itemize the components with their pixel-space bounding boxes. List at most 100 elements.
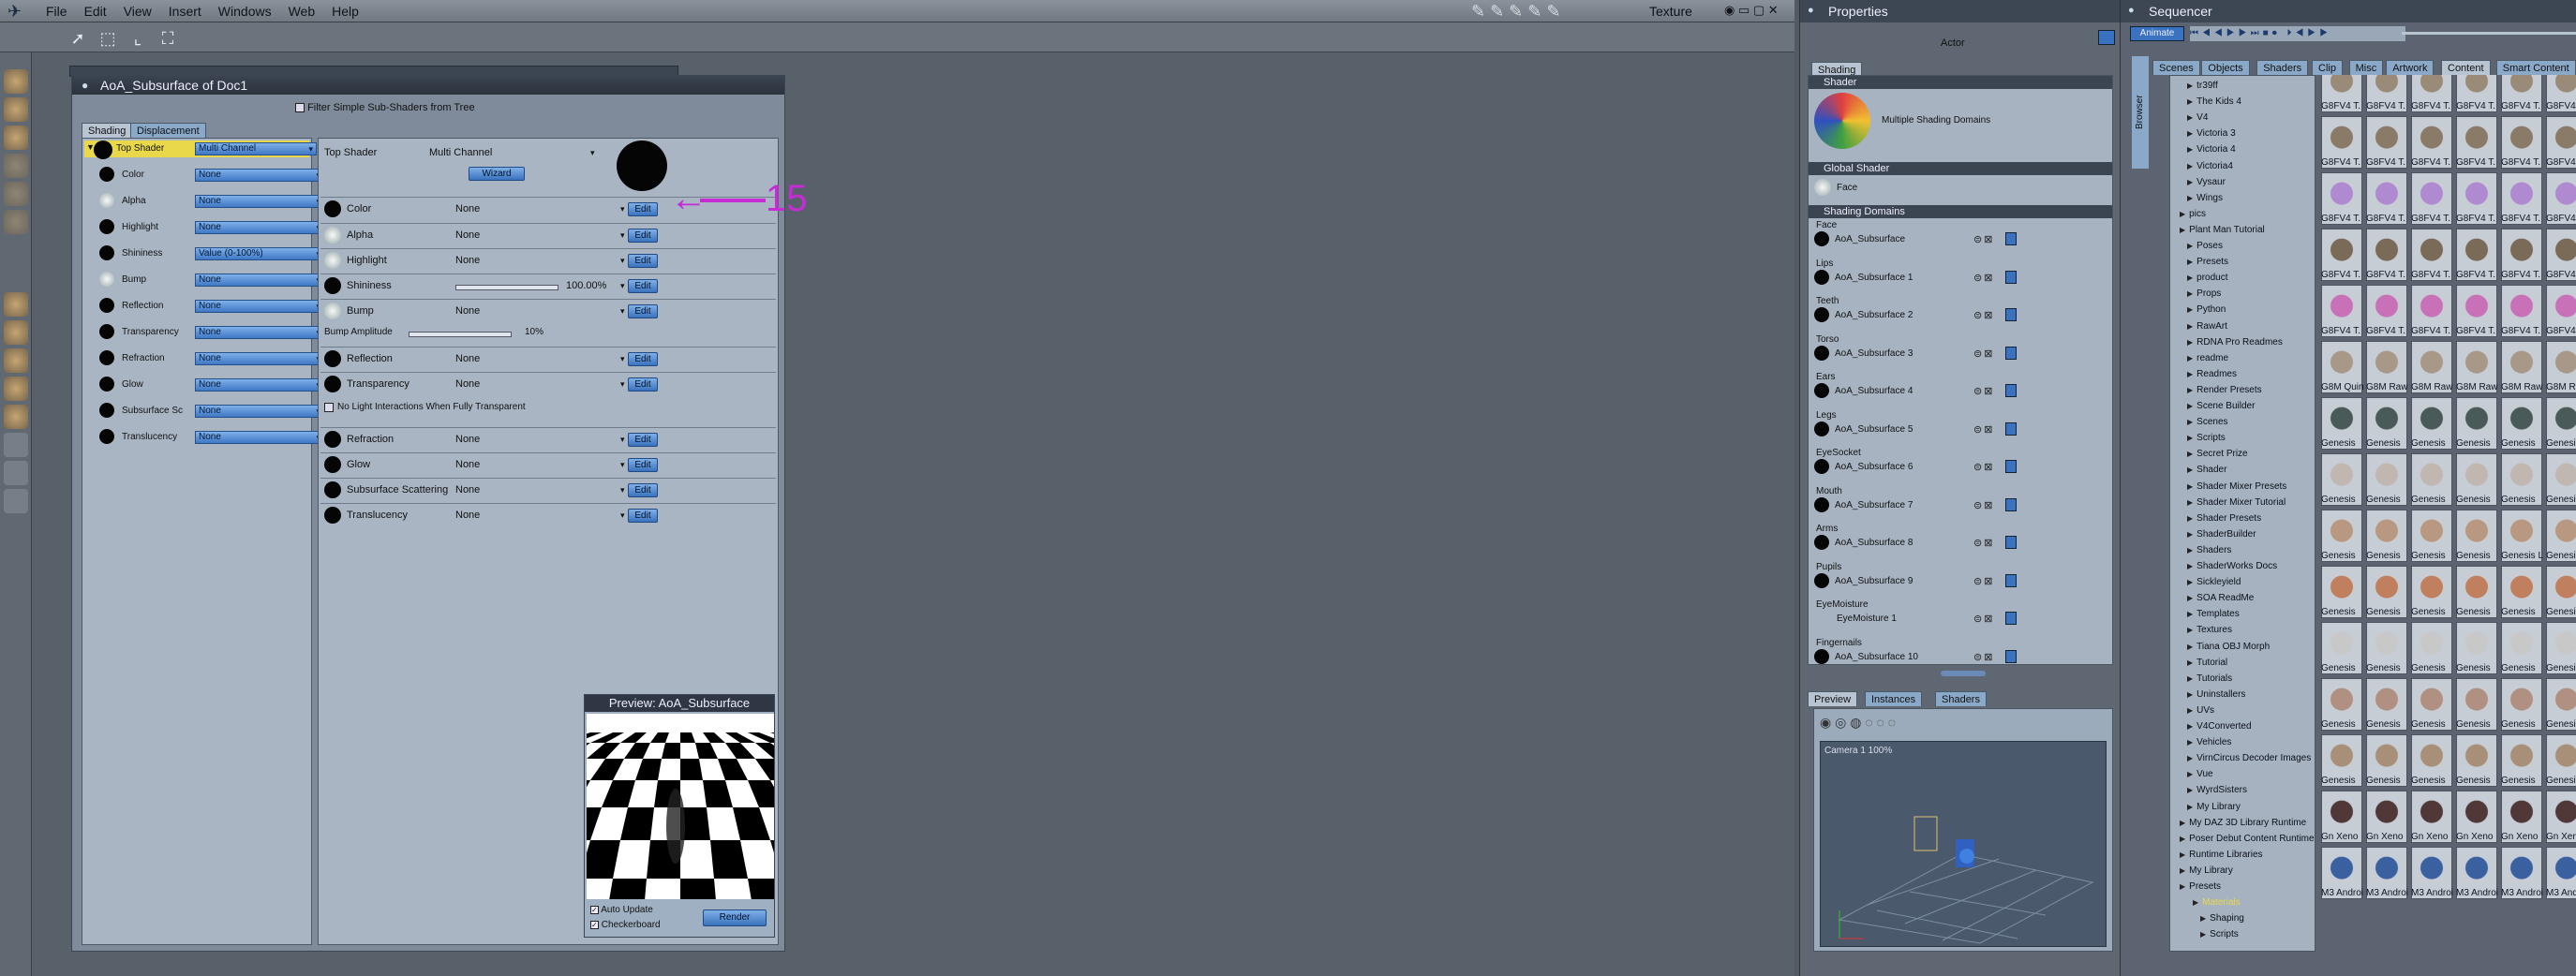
content-tree-item[interactable]: ▶ Python xyxy=(2187,302,2226,318)
content-tree-item[interactable]: ▶ UVs xyxy=(2187,702,2214,718)
expand-arrow-icon[interactable]: ▶ xyxy=(2187,386,2193,394)
expand-arrow-icon[interactable]: ▶ xyxy=(2187,97,2193,106)
expand-arrow-icon[interactable]: ▶ xyxy=(2187,194,2193,202)
expand-arrow-icon[interactable]: ▶ xyxy=(2180,210,2185,218)
morph-tool-icon[interactable] xyxy=(4,405,28,429)
expand-arrow-icon[interactable]: ▶ xyxy=(2187,498,2193,507)
content-tree-item[interactable]: ▶ Vue xyxy=(2187,766,2213,782)
expand-arrow-icon[interactable]: ▶ xyxy=(2187,674,2193,683)
tree-item-select[interactable]: None xyxy=(195,352,324,365)
tab-shaders[interactable]: Shaders xyxy=(1935,691,1987,706)
menu-windows[interactable]: Windows xyxy=(210,0,280,22)
expand-arrow-icon[interactable]: ▶ xyxy=(2187,738,2193,747)
domain-shader-name[interactable]: AoA_Subsurface 7 xyxy=(1835,500,1913,510)
content-tree-panel[interactable]: ▶ tr39ff ▶ The Kids 4 ▶ V4 ▶ Victoria 3 ▶ Victori… xyxy=(2169,75,2315,952)
content-tree-item[interactable]: ▶ Tutorial xyxy=(2187,655,2227,671)
tree-item-select[interactable]: None xyxy=(195,431,324,444)
domain-menu-button[interactable] xyxy=(2005,421,2017,436)
seq-tab-smart-content[interactable]: Smart Content xyxy=(2495,60,2576,75)
content-tree-item[interactable]: ▶ Victoria4 xyxy=(2187,158,2233,174)
content-tree-item[interactable]: ▶ Secret Prize xyxy=(2187,446,2248,462)
expand-arrow-icon[interactable]: ▶ xyxy=(2187,626,2193,634)
expand-arrow-icon[interactable]: ▶ xyxy=(2187,129,2193,138)
seq-tab-objects[interactable]: Objects xyxy=(2201,60,2250,75)
expand-arrow-icon[interactable]: ▶ xyxy=(2187,354,2193,362)
expand-arrow-icon[interactable]: ▶ xyxy=(2180,226,2185,234)
domain-shader-name[interactable]: AoA_Subsurface 10 xyxy=(1835,652,1918,662)
expand-arrow-icon[interactable]: ▶ xyxy=(2187,643,2193,651)
content-tree-item[interactable]: ▶ Scenes xyxy=(2187,414,2228,430)
content-tree-item[interactable]: ▶ RawArt xyxy=(2187,318,2227,334)
twist-tool-icon[interactable] xyxy=(4,126,28,150)
seq-tab-clip[interactable]: Clip xyxy=(2312,60,2343,75)
content-tree-item[interactable]: ▶ Plant Man Tutorial xyxy=(2180,222,2265,238)
tree-item-select[interactable]: None xyxy=(195,378,324,392)
content-tree-item[interactable]: ▶ VirnCircus Decoder Images xyxy=(2187,750,2311,766)
expand-arrow-icon[interactable]: ▶ xyxy=(2187,546,2193,555)
content-tree-item[interactable]: ▶ Shaping xyxy=(2200,910,2244,926)
properties-menu-button[interactable] xyxy=(2098,30,2115,45)
content-tree-item[interactable]: ▶ Scripts xyxy=(2187,430,2226,446)
scale-tool-icon[interactable] xyxy=(4,154,28,178)
content-tree-item[interactable]: ▶ V4 xyxy=(2187,110,2208,126)
rect-select-icon[interactable]: ⬚ xyxy=(96,26,120,51)
tree-item-select[interactable]: None xyxy=(195,169,324,182)
expand-arrow-icon[interactable]: ▶ xyxy=(2187,578,2193,586)
edit-button[interactable]: Edit xyxy=(628,304,658,318)
expand-arrow-icon[interactable]: ▶ xyxy=(2187,289,2193,298)
domain-action-icons[interactable]: ⊜⊠ xyxy=(1973,499,1994,511)
domain-action-icons[interactable]: ⊜⊠ xyxy=(1973,385,1994,397)
domain-menu-button[interactable] xyxy=(2005,612,2017,625)
content-tree-item[interactable]: ▶ Scripts xyxy=(2200,926,2239,942)
tree-item-label[interactable]: Transparency xyxy=(122,322,179,343)
trackball-tool-icon[interactable] xyxy=(4,348,28,373)
channel-dropdown-icon[interactable]: ▾ xyxy=(620,485,625,495)
menu-view[interactable]: View xyxy=(115,0,160,22)
tree-item-select[interactable]: None xyxy=(195,195,324,208)
expand-arrow-icon[interactable]: ▶ xyxy=(2187,690,2193,699)
tree-item-label[interactable]: Shininess xyxy=(122,244,162,264)
timeline-slider[interactable] xyxy=(2402,32,2576,35)
expand-arrow-icon[interactable]: ▶ xyxy=(2187,754,2193,762)
tree-item-label[interactable]: Highlight xyxy=(122,217,158,238)
domain-menu-button[interactable] xyxy=(2005,384,2017,397)
content-tree-item[interactable]: ▶ Presets xyxy=(2180,879,2221,895)
content-tree-item[interactable]: ▶ V4Converted xyxy=(2187,718,2252,734)
content-tree-item[interactable]: ▶ Runtime Libraries xyxy=(2180,847,2263,863)
expand-arrow-icon[interactable]: ▶ xyxy=(2187,786,2193,794)
domain-action-icons[interactable]: ⊜⊠ xyxy=(1973,575,1994,587)
tree-item-label[interactable]: Color xyxy=(122,165,144,185)
animate-button[interactable]: Animate xyxy=(2130,26,2184,41)
expand-arrow-icon[interactable]: ▶ xyxy=(2187,370,2193,378)
content-tree-item[interactable]: ▶ Readmes xyxy=(2187,366,2237,382)
expand-arrow-icon[interactable]: ▶ xyxy=(2187,722,2193,731)
preview-viewport[interactable]: ◉ ◎ ◍ ◌ ◌ ◌ Camera 1 100% xyxy=(1813,708,2113,952)
tab-preview[interactable]: Preview xyxy=(1808,691,1858,706)
domain-action-icons[interactable]: ⊜⊠ xyxy=(1973,651,1994,663)
tree-item-label[interactable]: Translucency xyxy=(122,427,177,448)
seq-tab-misc[interactable]: Misc xyxy=(2348,60,2384,75)
domain-shader-name[interactable]: AoA_Subsurface 3 xyxy=(1835,348,1913,359)
content-tree-item[interactable]: ▶ Poses xyxy=(2187,238,2223,254)
wizard-button[interactable]: Wizard xyxy=(469,167,525,181)
content-tree-item[interactable]: ▶ RDNA Pro Readmes xyxy=(2187,334,2283,350)
content-tree-item[interactable]: ▶ My DAZ 3D Library Runtime xyxy=(2180,815,2306,831)
domain-action-icons[interactable]: ⊜⊠ xyxy=(1973,423,1994,436)
edit-button[interactable]: Edit xyxy=(628,202,658,216)
channel-dropdown-icon[interactable]: ▾ xyxy=(620,230,625,241)
expand-arrow-icon[interactable]: ▶ xyxy=(2187,562,2193,570)
tab-shading[interactable]: Shading xyxy=(82,123,133,138)
expand-arrow-icon[interactable]: ▶ xyxy=(2187,514,2193,523)
domain-shader-name[interactable]: EyeMoisture 1 xyxy=(1837,614,1897,624)
corner-tool-icon[interactable]: ⌞ xyxy=(126,26,150,51)
menu-insert[interactable]: Insert xyxy=(160,0,210,22)
menu-help[interactable]: Help xyxy=(323,0,367,22)
zoom-icon[interactable] xyxy=(4,489,28,513)
expand-arrow-icon[interactable]: ▶ xyxy=(2187,258,2193,266)
expand-arrow-icon[interactable]: ▶ xyxy=(2187,322,2193,331)
content-tree-item[interactable]: ▶ Shaders xyxy=(2187,542,2231,558)
tree-item-select[interactable]: None xyxy=(195,274,324,287)
channel-dropdown-icon[interactable]: ▾ xyxy=(620,379,625,390)
domain-menu-button[interactable] xyxy=(2005,497,2017,511)
expand-arrow-icon[interactable]: ▶ xyxy=(2187,658,2193,667)
